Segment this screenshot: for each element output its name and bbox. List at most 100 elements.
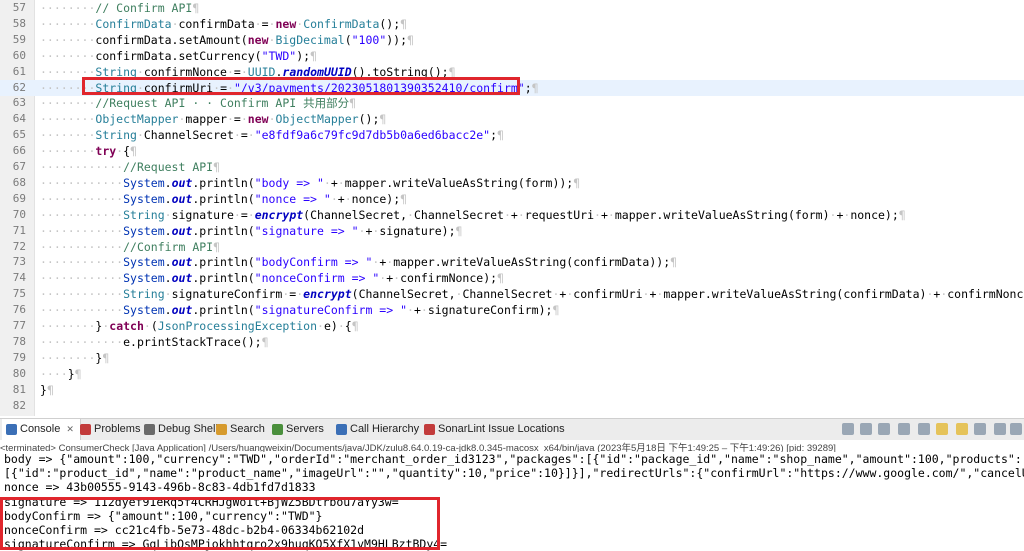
- servers-icon: [272, 424, 283, 435]
- code-text: ············System.out.println("body => …: [40, 175, 581, 190]
- pin-console-icon[interactable]: [956, 423, 968, 435]
- code-text: ········confirmData.setCurrency("TWD");¶: [40, 48, 317, 63]
- console-icon: [6, 424, 17, 435]
- debug-shell-icon: [144, 424, 155, 435]
- code-text: ············System.out.println("signatur…: [40, 223, 463, 238]
- line-number: 74: [12, 271, 26, 285]
- line-number: 81: [12, 382, 26, 396]
- line-number: 75: [12, 287, 26, 301]
- line-number: 78: [12, 334, 26, 348]
- code-editor[interactable]: 57 ········// Confirm API¶ 58 ········Confi…: [0, 0, 1024, 416]
- line-number: 72: [12, 239, 26, 253]
- tab-console[interactable]: Console ✕: [2, 419, 81, 440]
- code-text: ············e.printStackTrace();¶: [40, 334, 269, 349]
- open-console-icon[interactable]: [994, 423, 1006, 435]
- code-text: ············String·signature·=·encrypt(C…: [40, 207, 906, 222]
- code-text: ············String·signatureConfirm·=·en…: [40, 287, 1024, 302]
- code-text: ············System.out.println("bodyConf…: [40, 255, 678, 270]
- code-line[interactable]: 75 ············String·signatureConfirm·=·…: [0, 286, 1024, 302]
- search-icon: [216, 424, 227, 435]
- tab-label: Debug Shell: [158, 423, 218, 435]
- minimize-icon[interactable]: [1010, 423, 1022, 435]
- terminate-icon[interactable]: [842, 423, 854, 435]
- code-text: ············System.out.println("signatur…: [40, 303, 560, 318]
- code-line[interactable]: 60 ········confirmData.setCurrency("TWD")…: [0, 48, 1024, 64]
- line-number: 67: [12, 160, 26, 173]
- code-line[interactable]: 59 ········confirmData.setAmount(new·BigD…: [0, 32, 1024, 48]
- tab-debug-shell[interactable]: Debug Shell: [144, 419, 218, 440]
- code-text: ········ConfirmData·confirmData·=·new·Co…: [40, 16, 408, 31]
- code-line[interactable]: 68 ············System.out.println("body =…: [0, 175, 1024, 191]
- line-number: 68: [12, 175, 26, 189]
- line-number: 69: [12, 191, 26, 205]
- tab-servers[interactable]: Servers: [272, 419, 324, 440]
- code-line[interactable]: 74 ············System.out.println("nonceC…: [0, 270, 1024, 286]
- code-line[interactable]: 72 ············//Confirm API¶: [0, 239, 1024, 255]
- code-text: ········}¶: [40, 350, 110, 365]
- code-line[interactable]: 82: [0, 398, 1024, 414]
- code-text: ············//Confirm API¶: [40, 239, 221, 254]
- code-text: ········}·catch·(JsonProcessingException…: [40, 319, 359, 333]
- code-line[interactable]: 80 ····}¶: [0, 366, 1024, 382]
- line-number: 66: [12, 144, 26, 158]
- tab-call-hierarchy[interactable]: Call Hierarchy: [336, 419, 419, 440]
- call-hierarchy-icon: [336, 424, 347, 435]
- display-selected-icon[interactable]: [974, 423, 986, 435]
- tab-label: Search: [230, 423, 265, 435]
- line-number: 76: [12, 303, 26, 317]
- problems-icon: [80, 424, 91, 435]
- code-text: ············System.out.println("nonce =>…: [40, 191, 408, 206]
- console-status-bar: <terminated> ConsumerCheck [Java Applica…: [0, 440, 1024, 452]
- code-line[interactable]: 64 ········ObjectMapper·mapper·=·new·Obje…: [0, 111, 1024, 127]
- line-number: 62: [12, 80, 26, 94]
- code-line[interactable]: 76 ············System.out.println("signat…: [0, 302, 1024, 318]
- line-number: 59: [12, 32, 26, 46]
- line-number: 57: [12, 1, 26, 14]
- tab-problems[interactable]: Problems: [80, 419, 140, 440]
- code-line[interactable]: 79 ········}¶: [0, 350, 1024, 366]
- code-text: ····}¶: [40, 366, 82, 381]
- code-line[interactable]: 58 ········ConfirmData·confirmData·=·new·…: [0, 16, 1024, 32]
- line-number: 61: [12, 64, 26, 78]
- word-wrap-icon[interactable]: [936, 423, 948, 435]
- code-line[interactable]: 70 ············String·signature·=·encrypt…: [0, 207, 1024, 223]
- code-line[interactable]: 73 ············System.out.println("bodyCo…: [0, 254, 1024, 270]
- remove-launch-icon[interactable]: [860, 423, 872, 435]
- tab-search[interactable]: Search: [216, 419, 265, 440]
- line-number: 82: [12, 398, 26, 412]
- code-text: ········confirmData.setAmount(new·BigDec…: [40, 32, 414, 47]
- code-line[interactable]: 66 ········try·{¶: [0, 143, 1024, 159]
- code-text: ········// Confirm API¶: [40, 1, 200, 15]
- code-line[interactable]: 63 ········//Request API · · Confirm API …: [0, 95, 1024, 111]
- code-line[interactable]: 69 ············System.out.println("nonce …: [0, 191, 1024, 207]
- code-line[interactable]: 67 ············//Request API¶: [0, 159, 1024, 175]
- code-line[interactable]: 71 ············System.out.println("signat…: [0, 223, 1024, 239]
- sonarlint-icon: [424, 424, 435, 435]
- close-icon[interactable]: ✕: [66, 419, 74, 440]
- line-number: 79: [12, 350, 26, 364]
- clear-console-icon[interactable]: [898, 423, 910, 435]
- code-text: }¶: [40, 382, 54, 397]
- code-text: ············System.out.println("nonceCon…: [40, 271, 504, 286]
- code-text: ········ObjectMapper·mapper·=·new·Object…: [40, 112, 387, 127]
- tab-label: Problems: [94, 423, 141, 435]
- console-line: body => {"amount":100,"currency":"TWD","…: [4, 452, 1022, 466]
- scroll-lock-icon[interactable]: [918, 423, 930, 435]
- bottom-panel-tabs: Console ✕ Problems Debug Shell Search Servers…: [0, 418, 1024, 441]
- highlight-box-confirm-output: [0, 497, 440, 550]
- tab-sonarlint-issue-locations[interactable]: SonarLint Issue Locations: [424, 419, 565, 440]
- code-line[interactable]: 78 ············e.printStackTrace();¶: [0, 334, 1024, 350]
- line-number: 80: [12, 366, 26, 380]
- tab-label: Servers: [286, 423, 324, 435]
- remove-all-icon[interactable]: [878, 423, 890, 435]
- console-line: [{"id":"product_id","name":"product_name…: [4, 466, 1024, 481]
- console-line: nonce => 43b00555-9143-496b-8c83-4db1fd7…: [4, 480, 316, 495]
- code-line[interactable]: 65 ········String·ChannelSecret·=·"e8fdf9…: [0, 127, 1024, 143]
- code-line[interactable]: 77 ········}·catch·(JsonProcessingExcepti…: [0, 318, 1024, 334]
- line-number: 71: [12, 223, 26, 237]
- tab-label: Console: [20, 423, 61, 435]
- code-line[interactable]: 81 }¶: [0, 382, 1024, 398]
- line-number: 63: [12, 96, 26, 110]
- line-number: 65: [12, 128, 26, 142]
- code-line[interactable]: 57 ········// Confirm API¶: [0, 0, 1024, 16]
